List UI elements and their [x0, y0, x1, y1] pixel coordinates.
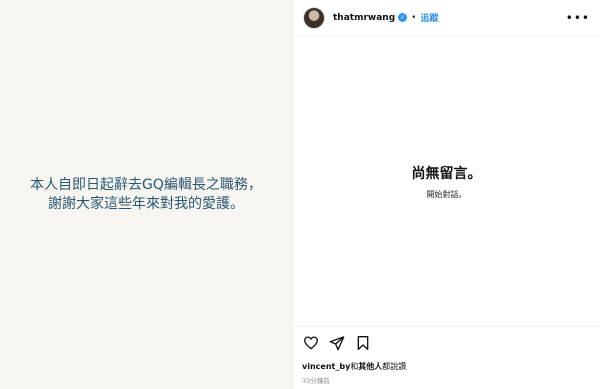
- comments-area: 尚無留言。 開始對話。: [293, 37, 600, 325]
- send-icon: [329, 335, 345, 350]
- post-timestamp[interactable]: 33分鐘前: [302, 375, 330, 385]
- share-button[interactable]: [328, 334, 346, 352]
- post-text-line-1: 本人自即日起辭去GQ編輯長之職務，: [30, 176, 262, 193]
- likes-suffix: 都說讚: [382, 362, 407, 371]
- more-options-icon[interactable]: •••: [566, 12, 590, 24]
- post-image-text: 本人自即日起辭去GQ編輯長之職務， 謝謝大家這些年來對我的愛護。: [11, 176, 281, 214]
- avatar[interactable]: [303, 6, 325, 29]
- follow-button[interactable]: 追蹤: [420, 11, 438, 24]
- action-bar: [293, 326, 600, 358]
- start-conversation-text: 開始對話。: [426, 189, 467, 199]
- bookmark-icon: [357, 335, 369, 350]
- liker-username[interactable]: vincent_by: [302, 362, 350, 371]
- like-button[interactable]: [302, 334, 320, 352]
- post-header: thatmrwang ✓ • 追蹤 •••: [293, 0, 600, 36]
- separator-dot: •: [411, 12, 417, 23]
- likes-summary: vincent_by和其他人都說讚: [302, 361, 406, 372]
- heart-icon: [304, 335, 318, 349]
- username-link[interactable]: thatmrwang: [333, 13, 395, 23]
- post-text-line-2: 謝謝大家這些年來對我的愛護。: [48, 195, 244, 212]
- post-image: 本人自即日起辭去GQ編輯長之職務， 謝謝大家這些年來對我的愛護。: [0, 0, 292, 389]
- post-side-panel: thatmrwang ✓ • 追蹤 ••• 尚無留言。 開始對話。 vincen…: [292, 0, 600, 389]
- save-button[interactable]: [354, 334, 372, 352]
- verified-badge-icon: ✓: [398, 13, 408, 22]
- no-comments-title: 尚無留言。: [411, 165, 482, 182]
- likes-others-link[interactable]: 其他人: [358, 362, 382, 371]
